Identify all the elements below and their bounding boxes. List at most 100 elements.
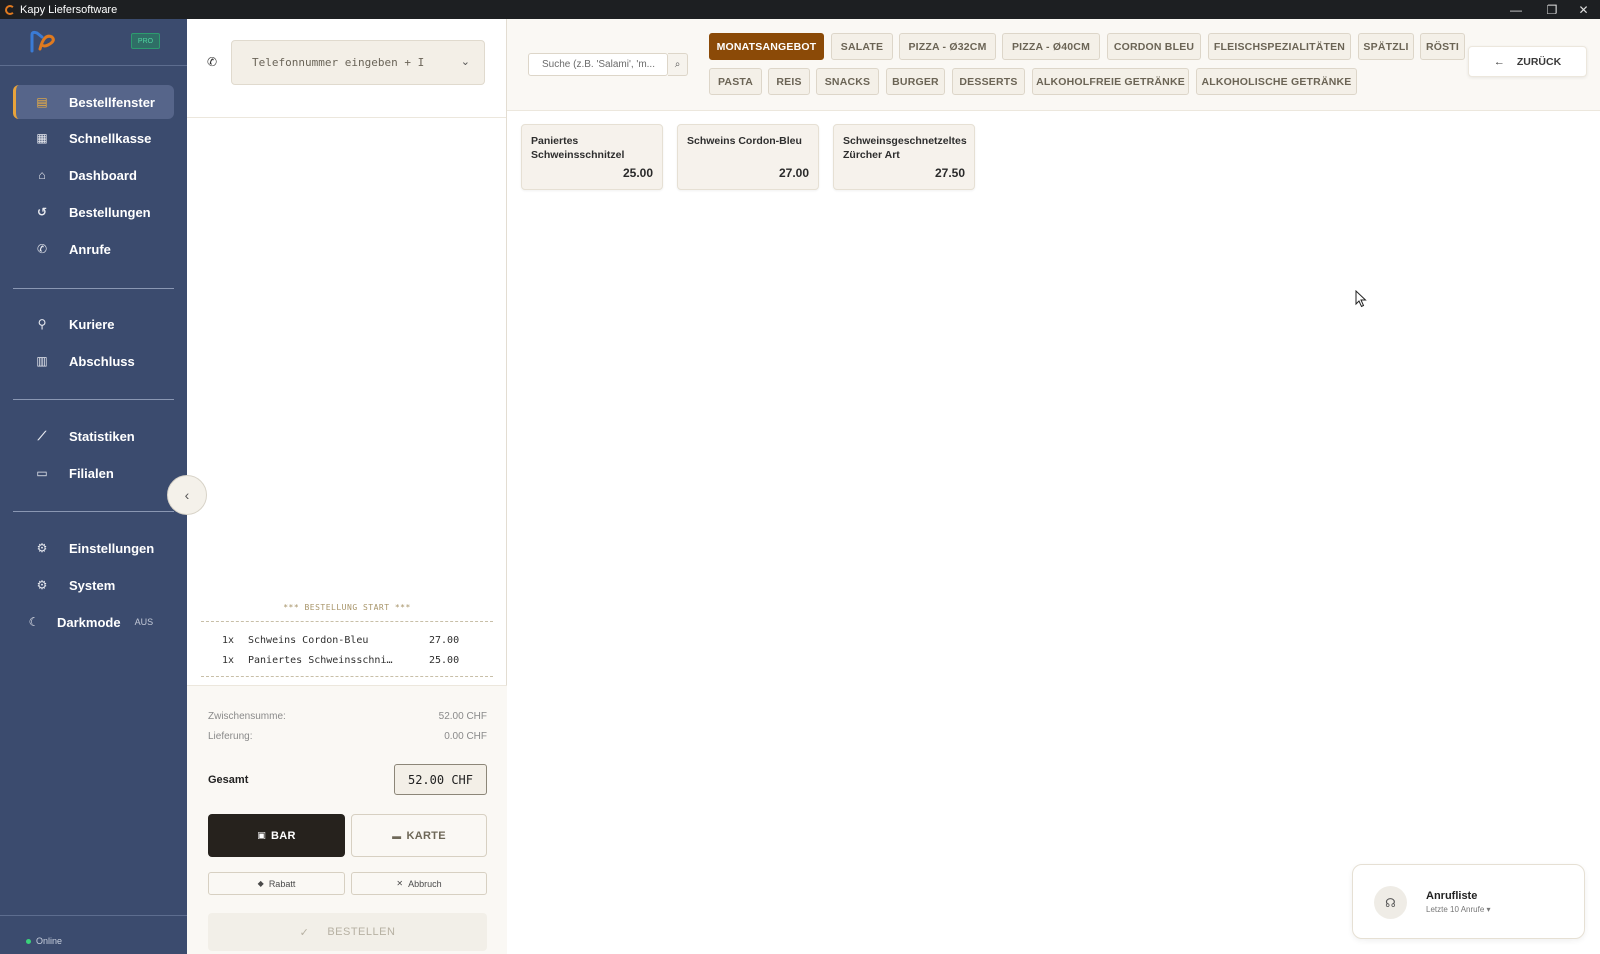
category-alkoholische-getraenke[interactable]: ALKOHOLISCHE GETRÄNKE bbox=[1196, 68, 1357, 95]
store-icon: ▭ bbox=[36, 466, 48, 480]
phone-input[interactable]: Telefonnummer eingeben + I ⌄ bbox=[231, 40, 485, 85]
line-name: Paniertes Schweinsschni… bbox=[248, 655, 393, 666]
online-dot-icon bbox=[26, 938, 31, 944]
tag-icon: ◆ bbox=[257, 879, 264, 888]
line-qty: 1x bbox=[222, 655, 235, 666]
minimize-button[interactable]: — bbox=[1498, 0, 1534, 19]
catalog-area: Suche (z.B. 'Salami', 'm... ⌕ MONATSANGE… bbox=[507, 19, 1600, 954]
subtotal-label: Zwischensumme: bbox=[208, 711, 286, 722]
product-card[interactable]: Schweinsgeschnetzeltes Zürcher Art 27.50 bbox=[833, 124, 975, 190]
document-icon: ▥ bbox=[36, 354, 48, 368]
sidebar-item-anrufe[interactable]: ✆ Anrufe bbox=[13, 232, 174, 266]
line-price: 25.00 bbox=[429, 655, 460, 666]
home-icon: ⌂ bbox=[38, 168, 46, 182]
sidebar-item-label: Statistiken bbox=[69, 428, 135, 444]
receipt-line-item[interactable]: 1x Schweins Cordon-Bleu 27.00 bbox=[222, 635, 482, 649]
pay-cash-button[interactable]: ▣ BAR bbox=[208, 814, 345, 857]
receipt-divider bbox=[201, 676, 493, 677]
headset-icon: ☊ bbox=[1374, 886, 1407, 919]
arrow-left-icon: ← bbox=[1493, 55, 1505, 68]
sidebar-item-abschluss[interactable]: ▥ Abschluss bbox=[13, 344, 174, 378]
check-icon: ✓ bbox=[299, 926, 310, 939]
sidebar-item-einstellungen[interactable]: ⚙ Einstellungen bbox=[13, 531, 174, 565]
close-button[interactable]: ✕ bbox=[1567, 0, 1600, 19]
app-logo-icon bbox=[4, 4, 16, 16]
sidebar-item-dashboard[interactable]: ⌂ Dashboard bbox=[13, 158, 174, 192]
pay-card-button[interactable]: ▬ KARTE bbox=[351, 814, 487, 857]
category-desserts[interactable]: DESSERTS bbox=[952, 68, 1025, 95]
status-text: Online bbox=[36, 936, 63, 946]
sidebar-item-statistiken[interactable]: ⟋ Statistiken bbox=[13, 419, 174, 453]
sidebar-divider bbox=[13, 288, 174, 289]
gear-icon: ⚙ bbox=[36, 578, 48, 592]
sidebar-divider bbox=[13, 511, 174, 512]
category-alkoholfreie-getraenke[interactable]: ALKOHOLFREIE GETRÄNKE bbox=[1032, 68, 1189, 95]
chart-line-icon: ⟋ bbox=[37, 428, 47, 443]
kapy-logo-icon[interactable] bbox=[28, 29, 58, 55]
category-burger[interactable]: BURGER bbox=[886, 68, 945, 95]
sidebar-header: PRO bbox=[0, 19, 187, 66]
category-spaetzli[interactable]: SPÄTZLI bbox=[1358, 33, 1414, 60]
sidebar-item-label: Bestellungen bbox=[69, 204, 151, 220]
product-card[interactable]: Schweins Cordon-Bleu 27.00 bbox=[677, 124, 819, 190]
delivery-row: Lieferung: 0.00 CHF bbox=[208, 731, 487, 742]
total-label: Gesamt bbox=[208, 774, 249, 786]
window-title: Kapy Liefersoftware bbox=[20, 3, 118, 16]
discount-button[interactable]: ◆ Rabatt bbox=[208, 872, 345, 895]
category-fleischspezialitaeten[interactable]: FLEISCHSPEZIALITÄTEN bbox=[1208, 33, 1351, 60]
sidebar-item-filialen[interactable]: ▭ Filialen bbox=[13, 456, 174, 490]
product-price: 25.00 bbox=[622, 166, 653, 180]
category-bar: Suche (z.B. 'Salami', 'm... ⌕ MONATSANGE… bbox=[507, 19, 1600, 111]
back-label: ZURÜCK bbox=[1516, 55, 1562, 68]
collapse-sidebar-button[interactable]: ‹ bbox=[167, 475, 207, 515]
sidebar-item-bestellungen[interactable]: ↺ Bestellungen bbox=[13, 195, 174, 229]
receipt-line-item[interactable]: 1x Paniertes Schweinsschni… 25.00 bbox=[222, 655, 482, 669]
category-pasta[interactable]: PASTA bbox=[709, 68, 762, 95]
history-icon: ↺ bbox=[36, 205, 48, 219]
category-cordon-bleu[interactable]: CORDON BLEU bbox=[1107, 33, 1201, 60]
sidebar-item-schnellkasse[interactable]: ▦ Schnellkasse bbox=[13, 121, 174, 155]
call-list-title: Anrufliste bbox=[1426, 890, 1478, 902]
chevron-left-icon: ‹ bbox=[184, 487, 190, 503]
sidebar-item-system[interactable]: ⚙ System bbox=[13, 568, 174, 602]
phone-icon: ✆ bbox=[207, 55, 218, 69]
phone-input-placeholder: Telefonnummer eingeben + I bbox=[252, 56, 425, 69]
cancel-order-button[interactable]: ✕ Abbruch bbox=[351, 872, 487, 895]
back-button[interactable]: ← ZURÜCK bbox=[1468, 46, 1587, 77]
call-list-subtitle[interactable]: Letzte 10 Anrufe ▾ bbox=[1426, 905, 1491, 914]
product-search-input[interactable]: Suche (z.B. 'Salami', 'm... bbox=[528, 53, 668, 76]
sidebar-item-bestellfenster[interactable]: ▤ Bestellfenster bbox=[13, 85, 174, 119]
submit-order-button[interactable]: ✓ BESTELLEN bbox=[208, 913, 487, 951]
sidebar-item-label: Anrufe bbox=[69, 241, 111, 257]
pay-cash-label: BAR bbox=[271, 829, 296, 842]
search-button[interactable]: ⌕ bbox=[668, 53, 688, 76]
darkmode-toggle[interactable]: ☾ Darkmode AUS bbox=[13, 605, 174, 639]
receipt-header: *** BESTELLUNG START *** bbox=[283, 603, 411, 612]
category-roesti[interactable]: RÖSTI bbox=[1420, 33, 1465, 60]
register-icon: ▦ bbox=[36, 131, 48, 145]
mouse-cursor-icon bbox=[1355, 290, 1367, 308]
product-name: Paniertes Schweinsschnitzel bbox=[531, 135, 625, 161]
phone-row: ✆ Telefonnummer eingeben + I ⌄ bbox=[187, 19, 506, 118]
receipt-divider bbox=[201, 621, 493, 622]
category-snacks[interactable]: SNACKS bbox=[816, 68, 879, 95]
category-monatsangebot[interactable]: MONATSANGEBOT bbox=[709, 33, 824, 60]
chevron-down-icon[interactable]: ⌄ bbox=[461, 55, 470, 68]
category-salate[interactable]: SALATE bbox=[831, 33, 893, 60]
product-card[interactable]: Paniertes Schweinsschnitzel 25.00 bbox=[521, 124, 663, 190]
sidebar-item-kuriere[interactable]: ⚲ Kuriere bbox=[13, 307, 174, 341]
line-name: Schweins Cordon-Bleu bbox=[248, 635, 369, 646]
subtotal-row: Zwischensumme: 52.00 CHF bbox=[208, 711, 487, 722]
category-reis[interactable]: REIS bbox=[768, 68, 810, 95]
gear-icon: ⚙ bbox=[36, 541, 48, 555]
category-pizza-32[interactable]: PIZZA - Ø32CM bbox=[899, 33, 996, 60]
sidebar-item-label: Kuriere bbox=[69, 316, 115, 332]
product-name: Schweinsgeschnetzeltes Zürcher Art bbox=[843, 135, 967, 161]
bicycle-icon: ⚲ bbox=[37, 317, 47, 331]
cancel-label: Abbruch bbox=[408, 878, 442, 889]
call-list-widget[interactable]: ☊ Anrufliste Letzte 10 Anrufe ▾ bbox=[1352, 864, 1585, 939]
submit-order-label: BESTELLEN bbox=[327, 926, 396, 938]
category-pizza-40[interactable]: PIZZA - Ø40CM bbox=[1002, 33, 1100, 60]
maximize-button[interactable]: ❐ bbox=[1534, 0, 1570, 19]
connection-status: Online bbox=[26, 936, 62, 946]
